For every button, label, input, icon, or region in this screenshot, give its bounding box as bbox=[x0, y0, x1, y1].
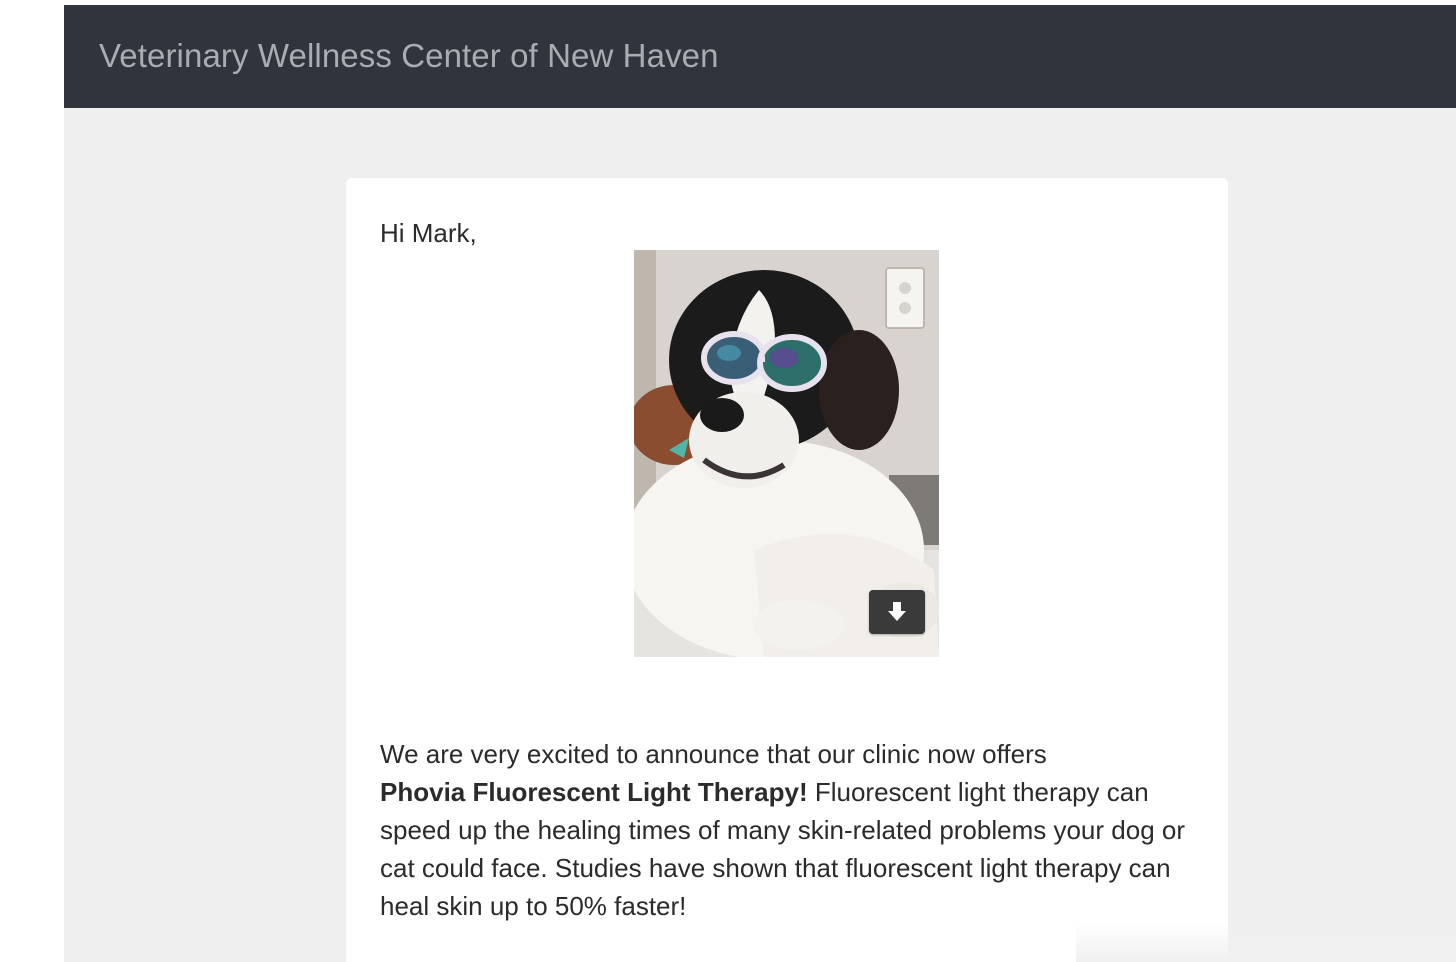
announcement-intro: We are very excited to announce that our… bbox=[380, 739, 1047, 769]
download-button[interactable] bbox=[869, 590, 925, 634]
email-card: Hi Mark, We are very excited to announce… bbox=[346, 178, 1228, 962]
download-arrow-icon bbox=[888, 602, 906, 621]
therapy-name: Phovia Fluorescent Light Therapy! bbox=[380, 777, 808, 807]
clinic-title: Veterinary Wellness Center of New Haven bbox=[99, 37, 719, 74]
greeting: Hi Mark, bbox=[380, 218, 477, 248]
page: Veterinary Wellness Center of New Haven … bbox=[0, 0, 1456, 962]
header-bar: Veterinary Wellness Center of New Haven bbox=[64, 5, 1456, 108]
dog-photo[interactable] bbox=[634, 250, 939, 657]
announcement-paragraph: We are very excited to announce that our… bbox=[380, 735, 1200, 925]
email-frame: Veterinary Wellness Center of New Haven … bbox=[64, 5, 1456, 962]
bottom-shade bbox=[1076, 922, 1456, 962]
